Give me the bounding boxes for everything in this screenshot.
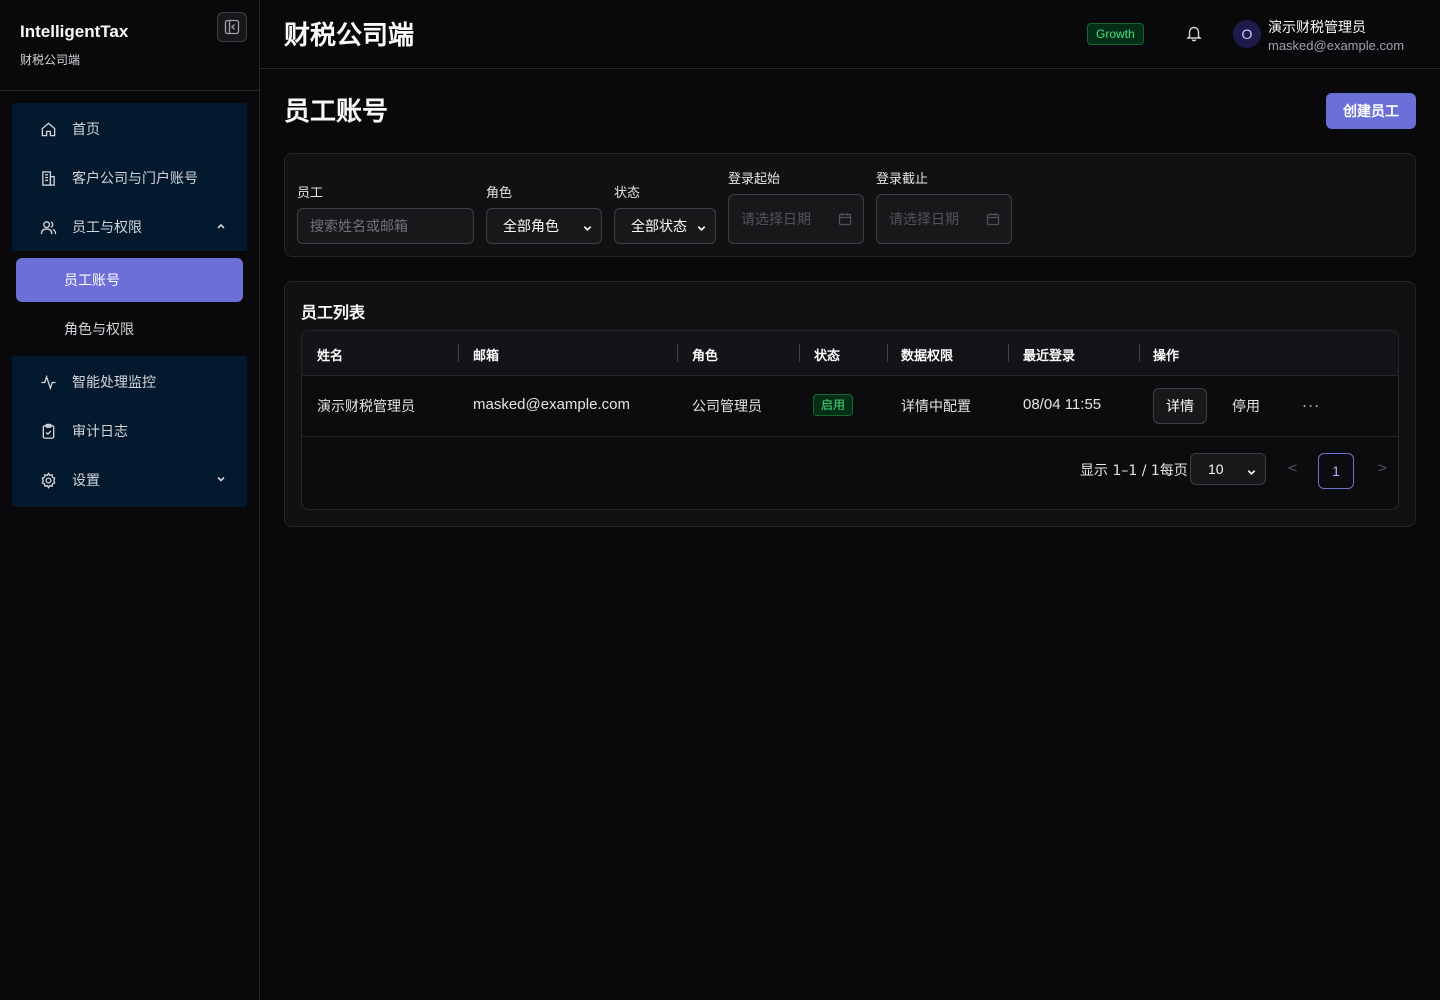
column-divider bbox=[677, 344, 678, 362]
sidebar-collapse-button[interactable] bbox=[217, 12, 247, 42]
status-filter-label: 状态 bbox=[614, 186, 641, 201]
users-icon bbox=[39, 218, 57, 236]
employee-search-input[interactable]: 搜索姓名或邮箱 bbox=[297, 208, 474, 244]
gear-icon bbox=[39, 471, 57, 489]
chevron-down-icon bbox=[1246, 465, 1257, 481]
employee-table: 姓名 邮箱 角色 状态 数据权限 最近登录 操作 演示财税管理员 masked@… bbox=[301, 330, 1399, 510]
role-filter-label: 角色 bbox=[486, 186, 513, 201]
column-divider bbox=[1008, 344, 1009, 362]
avatar[interactable]: O bbox=[1233, 20, 1261, 48]
sidebar: IntelligentTax 财税公司端 首页 客户公司与门户账号 员工与权限 … bbox=[0, 0, 260, 1000]
column-divider bbox=[799, 344, 800, 362]
plan-badge: Growth bbox=[1087, 23, 1144, 45]
cell-email: masked@example.com bbox=[473, 396, 630, 413]
sidebar-nav: 首页 客户公司与门户账号 员工与权限 员工账号 角色与权限 智能处理监控 审计日… bbox=[12, 103, 247, 507]
cell-name: 演示财税管理员 bbox=[317, 399, 415, 415]
status-select-value: 全部状态 bbox=[631, 219, 687, 235]
sidebar-item-home[interactable]: 首页 bbox=[12, 109, 247, 149]
chevron-down-icon bbox=[215, 473, 227, 489]
login-end-placeholder: 请选择日期 bbox=[889, 212, 959, 228]
login-start-placeholder: 请选择日期 bbox=[741, 212, 811, 228]
activity-icon bbox=[39, 373, 57, 391]
login-start-label: 登录起始 bbox=[728, 172, 781, 187]
chevron-down-icon bbox=[582, 222, 593, 238]
notification-bell-icon[interactable] bbox=[1185, 24, 1203, 46]
column-header-name[interactable]: 姓名 bbox=[317, 345, 343, 364]
page-size-select[interactable]: 10 bbox=[1190, 453, 1266, 485]
brand-title: IntelligentTax bbox=[20, 22, 129, 41]
sidebar-subitem-label: 员工账号 bbox=[64, 273, 120, 289]
brand: IntelligentTax 财税公司端 bbox=[20, 22, 128, 68]
column-divider bbox=[887, 344, 888, 362]
employee-search-placeholder: 搜索姓名或邮箱 bbox=[310, 219, 408, 235]
calendar-icon bbox=[838, 212, 852, 230]
clipboard-icon bbox=[39, 422, 57, 440]
chevron-down-icon bbox=[696, 222, 707, 238]
page-number-button[interactable]: 1 bbox=[1318, 453, 1354, 489]
previous-page-button[interactable]: < bbox=[1287, 461, 1298, 476]
top-bar: 财税公司端 Growth O 演示财税管理员 masked@example.co… bbox=[260, 0, 1440, 69]
disable-button[interactable]: 停用 bbox=[1232, 396, 1260, 416]
sidebar-item-label: 客户公司与门户账号 bbox=[72, 171, 198, 187]
column-divider bbox=[1139, 344, 1140, 362]
column-header-data-scope[interactable]: 数据权限 bbox=[901, 345, 953, 364]
column-header-actions: 操作 bbox=[1153, 349, 1180, 364]
table-row[interactable]: 演示财税管理员 masked@example.com 公司管理员 启用 详情中配… bbox=[302, 376, 1398, 437]
next-page-button[interactable]: > bbox=[1377, 461, 1388, 476]
building-icon bbox=[39, 169, 57, 187]
sidebar-subitem-roles[interactable]: 角色与权限 bbox=[16, 307, 243, 351]
filter-panel: 员工 搜索姓名或邮箱 角色 全部角色 状态 全部状态 登录起始 请选择日期 登录… bbox=[284, 153, 1416, 257]
detail-button[interactable]: 详情 bbox=[1153, 388, 1207, 424]
sidebar-item-clients[interactable]: 客户公司与门户账号 bbox=[12, 158, 247, 198]
column-header-status[interactable]: 状态 bbox=[814, 345, 840, 364]
role-select[interactable]: 全部角色 bbox=[486, 208, 602, 244]
home-icon bbox=[39, 120, 57, 138]
column-header-last-login[interactable]: 最近登录 bbox=[1023, 345, 1075, 364]
chevron-up-icon bbox=[215, 220, 227, 236]
cell-last-login: 08/04 11:55 bbox=[1023, 396, 1102, 413]
sidebar-submenu: 员工账号 角色与权限 bbox=[12, 251, 247, 356]
login-start-date-input[interactable]: 请选择日期 bbox=[728, 194, 864, 244]
user-name: 演示财税管理员 bbox=[1268, 20, 1366, 36]
create-employee-button[interactable]: 创建员工 bbox=[1326, 93, 1416, 129]
sidebar-subitem-label: 角色与权限 bbox=[64, 322, 134, 338]
sidebar-item-label: 设置 bbox=[72, 473, 100, 489]
brand-subtitle: 财税公司端 bbox=[20, 53, 81, 67]
app-title: 财税公司端 bbox=[284, 21, 415, 51]
sidebar-item-audit-log[interactable]: 审计日志 bbox=[12, 411, 247, 451]
sidebar-item-label: 智能处理监控 bbox=[72, 375, 156, 391]
panel-collapse-icon bbox=[224, 19, 240, 35]
status-select[interactable]: 全部状态 bbox=[614, 208, 716, 244]
sidebar-item-label: 首页 bbox=[72, 122, 100, 138]
more-actions-button[interactable]: ... bbox=[1302, 392, 1320, 411]
sidebar-item-label: 员工与权限 bbox=[72, 220, 142, 236]
cell-role: 公司管理员 bbox=[692, 399, 762, 415]
user-email: masked@example.com bbox=[1268, 38, 1405, 53]
table-header: 姓名 邮箱 角色 状态 数据权限 最近登录 操作 bbox=[302, 331, 1398, 376]
employee-list-title: 员工列表 bbox=[301, 303, 366, 322]
sidebar-item-monitoring[interactable]: 智能处理监控 bbox=[12, 362, 247, 402]
login-end-date-input[interactable]: 请选择日期 bbox=[876, 194, 1012, 244]
role-select-value: 全部角色 bbox=[503, 219, 559, 235]
sidebar-item-label: 审计日志 bbox=[72, 424, 128, 440]
page-title: 员工账号 bbox=[284, 97, 389, 127]
cell-data-scope: 详情中配置 bbox=[901, 399, 971, 415]
employee-list-panel: 员工列表 姓名 邮箱 角色 状态 数据权限 最近登录 操作 演示财税管理员 ma… bbox=[284, 281, 1416, 527]
login-end-label: 登录截止 bbox=[876, 172, 929, 187]
pagination-info: 显示 1–1 / 1每页 bbox=[1080, 463, 1188, 479]
page-size-value: 10 bbox=[1208, 461, 1224, 477]
column-header-email[interactable]: 邮箱 bbox=[473, 345, 499, 364]
column-header-role[interactable]: 角色 bbox=[692, 345, 718, 364]
sidebar-item-staff[interactable]: 员工与权限 bbox=[12, 207, 247, 247]
sidebar-subitem-staff-accounts[interactable]: 员工账号 bbox=[16, 258, 243, 302]
employee-filter-label: 员工 bbox=[297, 186, 324, 201]
sidebar-item-settings[interactable]: 设置 bbox=[12, 460, 247, 500]
calendar-icon bbox=[986, 212, 1000, 230]
sidebar-divider bbox=[0, 90, 259, 91]
status-badge: 启用 bbox=[813, 394, 854, 416]
column-divider bbox=[458, 344, 459, 362]
